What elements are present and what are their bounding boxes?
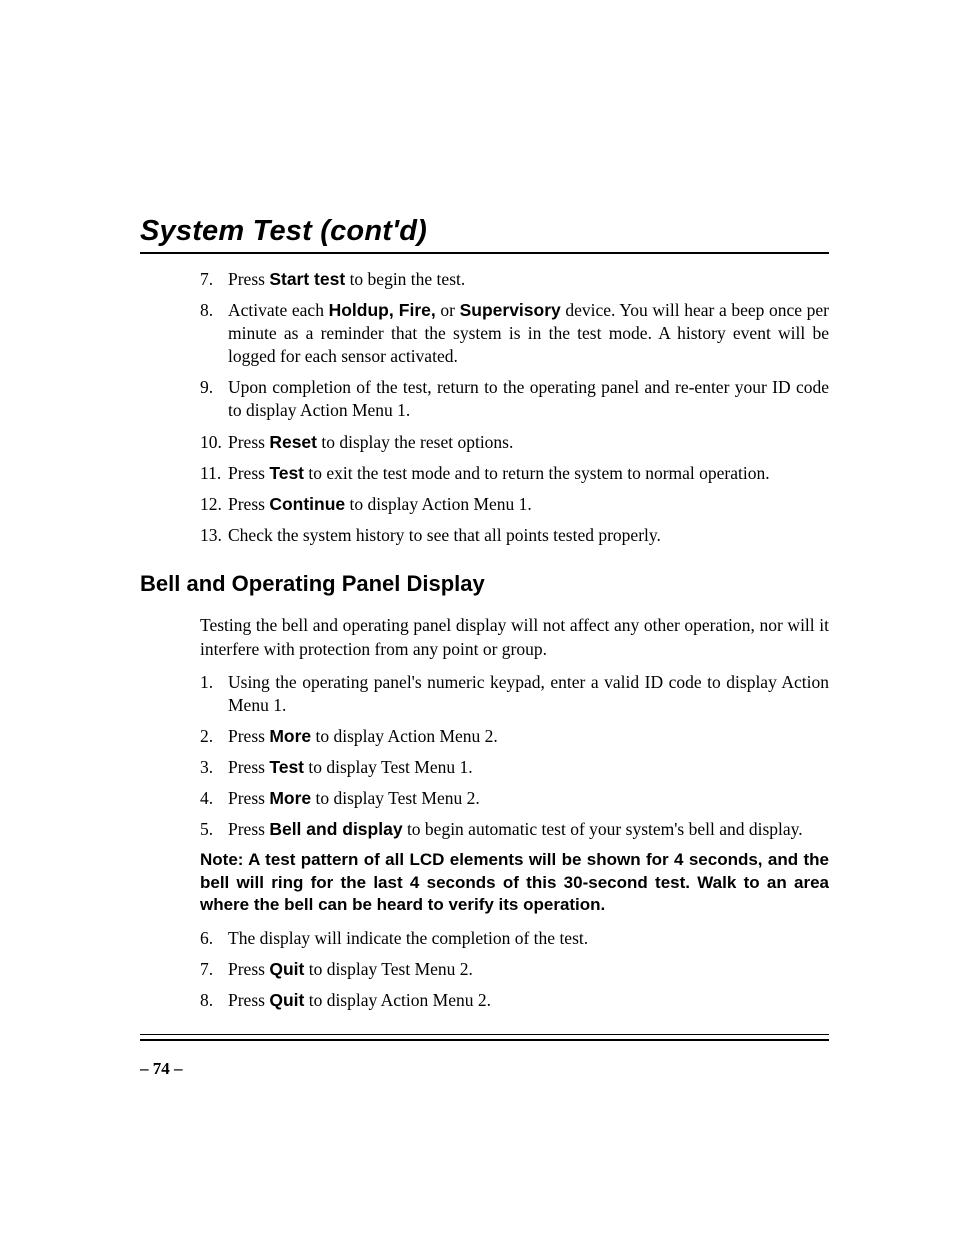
text-run: to display Action Menu 2. xyxy=(304,990,491,1010)
text-run: Press xyxy=(228,819,269,839)
list-item: 8.Activate each Holdup, Fire, or Supervi… xyxy=(200,299,829,368)
list-item: 10.Press Reset to display the reset opti… xyxy=(200,431,829,454)
text-run: to display the reset options. xyxy=(317,432,513,452)
list-number: 1. xyxy=(200,671,228,694)
list-number: 6. xyxy=(200,927,228,950)
list-text: The display will indicate the completion… xyxy=(228,927,829,950)
text-run: to display Action Menu 2. xyxy=(311,726,498,746)
list-item: 5.Press Bell and display to begin automa… xyxy=(200,818,829,841)
text-run: Upon completion of the test, return to t… xyxy=(228,377,829,420)
list-text: Press Start test to begin the test. xyxy=(228,268,829,291)
text-run: The display will indicate the completion… xyxy=(228,928,588,948)
footer-rule xyxy=(140,1034,829,1041)
list-item: 4.Press More to display Test Menu 2. xyxy=(200,787,829,810)
list-item: 13.Check the system history to see that … xyxy=(200,524,829,547)
text-run: to display Test Menu 2. xyxy=(311,788,480,808)
text-run: or xyxy=(436,300,460,320)
text-run: Press xyxy=(228,959,269,979)
text-run: Activate each xyxy=(228,300,329,320)
text-run: Press xyxy=(228,757,269,777)
list-number: 3. xyxy=(200,756,228,779)
list-text: Press Test to display Test Menu 1. xyxy=(228,756,829,779)
list-number: 13. xyxy=(200,524,228,547)
text-run: Press xyxy=(228,494,269,514)
section-heading: Bell and Operating Panel Display xyxy=(140,571,829,597)
list-item: 8.Press Quit to display Action Menu 2. xyxy=(200,989,829,1012)
section-paragraph: Testing the bell and operating panel dis… xyxy=(200,614,829,660)
list-text: Activate each Holdup, Fire, or Superviso… xyxy=(228,299,829,368)
text-run: to display Test Menu 2. xyxy=(304,959,473,979)
text-run: to exit the test mode and to return the … xyxy=(304,463,770,483)
instruction-list-2b: 6.The display will indicate the completi… xyxy=(200,927,829,1012)
list-number: 2. xyxy=(200,725,228,748)
text-run: Using the operating panel's numeric keyp… xyxy=(228,672,829,715)
text-run: to display Test Menu 1. xyxy=(304,757,473,777)
text-run: Press xyxy=(228,726,269,746)
note-paragraph: Note: A test pattern of all LCD elements… xyxy=(200,849,829,916)
list-text: Press More to display Test Menu 2. xyxy=(228,787,829,810)
list-item: 7.Press Start test to begin the test. xyxy=(200,268,829,291)
text-run: to display Action Menu 1. xyxy=(345,494,532,514)
bold-term: Reset xyxy=(269,432,317,452)
list-text: Press Test to exit the test mode and to … xyxy=(228,462,829,485)
bold-term: More xyxy=(269,726,311,746)
list-text: Check the system history to see that all… xyxy=(228,524,829,547)
text-run: Press xyxy=(228,432,269,452)
text-run: Press xyxy=(228,788,269,808)
list-item: 3.Press Test to display Test Menu 1. xyxy=(200,756,829,779)
list-item: 12.Press Continue to display Action Menu… xyxy=(200,493,829,516)
instruction-list-1: 7.Press Start test to begin the test.8.A… xyxy=(200,268,829,547)
list-text: Press More to display Action Menu 2. xyxy=(228,725,829,748)
bold-term: More xyxy=(269,788,311,808)
text-run: Press xyxy=(228,269,269,289)
text-run: Check the system history to see that all… xyxy=(228,525,661,545)
list-text: Press Quit to display Test Menu 2. xyxy=(228,958,829,981)
document-page: System Test (cont'd) 7.Press Start test … xyxy=(0,0,954,1079)
title-rule xyxy=(140,252,829,254)
list-text: Using the operating panel's numeric keyp… xyxy=(228,671,829,717)
list-number: 7. xyxy=(200,268,228,291)
bold-term: Test xyxy=(269,463,304,483)
list-text: Press Continue to display Action Menu 1. xyxy=(228,493,829,516)
list-text: Press Bell and display to begin automati… xyxy=(228,818,829,841)
bold-term: Continue xyxy=(269,494,345,514)
list-item: 6.The display will indicate the completi… xyxy=(200,927,829,950)
body-column: 7.Press Start test to begin the test.8.A… xyxy=(200,268,829,1012)
list-item: 1.Using the operating panel's numeric ke… xyxy=(200,671,829,717)
page-title: System Test (cont'd) xyxy=(140,215,829,248)
text-run: Press xyxy=(228,463,269,483)
list-number: 4. xyxy=(200,787,228,810)
list-item: 9.Upon completion of the test, return to… xyxy=(200,376,829,422)
bold-term: Quit xyxy=(269,990,304,1010)
bold-term: Quit xyxy=(269,959,304,979)
list-number: 5. xyxy=(200,818,228,841)
list-text: Upon completion of the test, return to t… xyxy=(228,376,829,422)
instruction-list-2a: 1.Using the operating panel's numeric ke… xyxy=(200,671,829,842)
list-text: Press Quit to display Action Menu 2. xyxy=(228,989,829,1012)
list-item: 7.Press Quit to display Test Menu 2. xyxy=(200,958,829,981)
list-number: 10. xyxy=(200,431,228,454)
list-number: 7. xyxy=(200,958,228,981)
bold-term: Bell and display xyxy=(269,819,402,839)
bold-term: Test xyxy=(269,757,304,777)
text-run: to begin automatic test of your system's… xyxy=(403,819,803,839)
text-run: Press xyxy=(228,990,269,1010)
list-item: 11.Press Test to exit the test mode and … xyxy=(200,462,829,485)
bold-term: Start test xyxy=(269,269,345,289)
list-number: 8. xyxy=(200,299,228,322)
list-text: Press Reset to display the reset options… xyxy=(228,431,829,454)
list-number: 8. xyxy=(200,989,228,1012)
bold-term: Holdup, Fire, xyxy=(329,300,436,320)
bold-term: Supervisory xyxy=(460,300,561,320)
list-number: 12. xyxy=(200,493,228,516)
text-run: to begin the test. xyxy=(345,269,465,289)
list-number: 9. xyxy=(200,376,228,399)
list-item: 2.Press More to display Action Menu 2. xyxy=(200,725,829,748)
list-number: 11. xyxy=(200,462,228,485)
page-number: – 74 – xyxy=(140,1059,829,1079)
